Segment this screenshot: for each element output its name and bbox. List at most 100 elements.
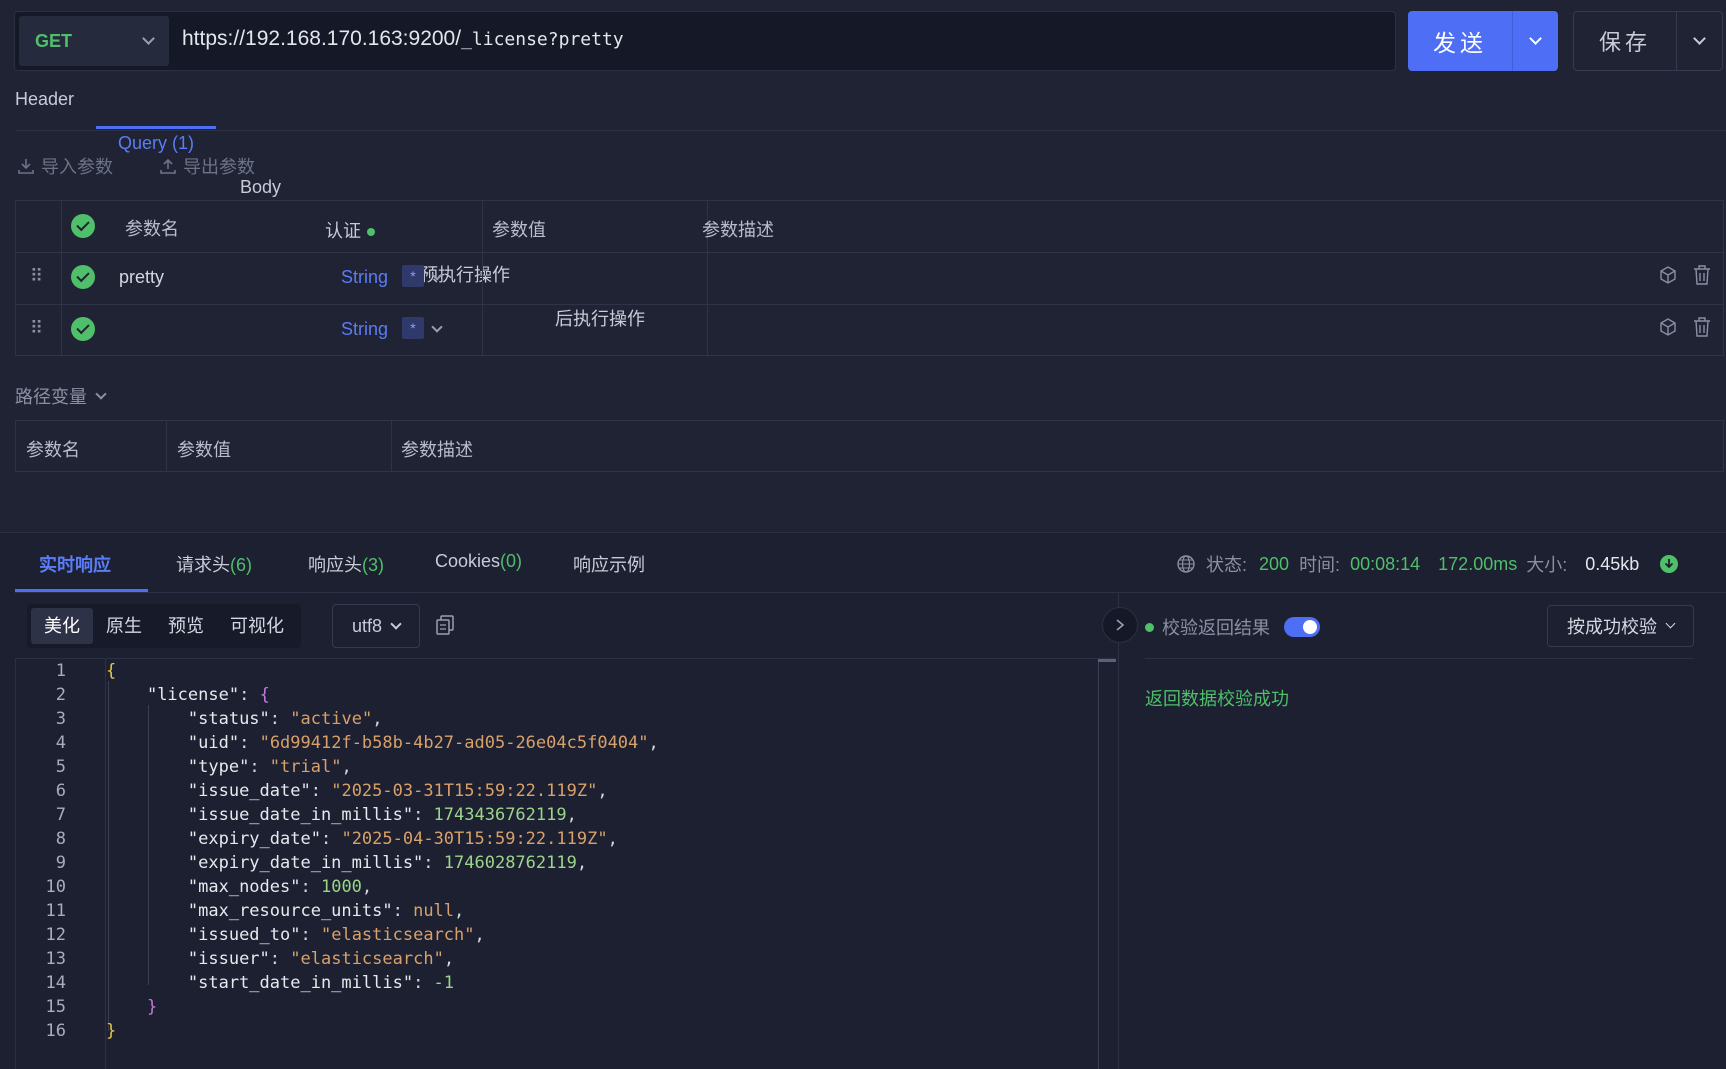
tab-header[interactable]: Header <box>15 86 1726 130</box>
tab-live-response[interactable]: 实时响应 <box>39 551 111 577</box>
view-mode-preview[interactable]: 预览 <box>155 608 217 644</box>
chevron-down-icon <box>95 387 107 400</box>
delete-icon[interactable] <box>1692 264 1712 291</box>
save-button[interactable]: 保存 <box>1573 11 1723 71</box>
header-param-value: 参数值 <box>492 220 546 240</box>
tab-count: (0) <box>500 551 523 571</box>
cube-icon[interactable] <box>1658 265 1678 290</box>
json-value: 1000 <box>320 877 362 897</box>
param-type-select[interactable]: String <box>341 319 388 340</box>
view-mode-raw[interactable]: 原生 <box>93 608 155 644</box>
code-line: "max_resource_units": null, <box>187 901 465 921</box>
line-number: 11 <box>45 901 66 921</box>
code-line: } <box>106 1021 117 1041</box>
validate-message: 返回数据校验成功 <box>1145 689 1289 709</box>
tab-response-example[interactable]: 响应示例 <box>573 551 645 577</box>
tab-label: 请求头 <box>176 555 230 575</box>
line-number: 9 <box>55 853 66 873</box>
send-button[interactable]: 发送 <box>1408 11 1558 71</box>
chevron-down-icon[interactable] <box>431 315 443 336</box>
scrollbar-thumb[interactable] <box>1098 659 1116 662</box>
param-type-select[interactable]: String <box>341 267 388 288</box>
tab-count: (6) <box>230 555 252 575</box>
header-param-desc: 参数描述 <box>702 220 774 240</box>
row-checkbox[interactable] <box>71 265 95 289</box>
send-label: 发送 <box>1433 30 1487 56</box>
delete-icon[interactable] <box>1692 316 1712 343</box>
export-params-button[interactable]: 导出参数 <box>159 153 255 179</box>
url-host: https://192.168.170.163:9200/ <box>182 27 462 50</box>
time-value: 00:08:14 <box>1350 553 1421 574</box>
tab-label: Cookies <box>435 551 501 571</box>
response-tabs-divider <box>15 592 1726 593</box>
line-number: 6 <box>55 781 66 801</box>
copy-icon[interactable] <box>435 614 455 641</box>
editor-scrollbar[interactable] <box>1098 659 1099 1069</box>
json-value: active <box>300 709 362 729</box>
import-params-button[interactable]: 导入参数 <box>17 153 113 179</box>
chevron-down-icon <box>390 617 402 630</box>
collapse-pane-button[interactable] <box>1102 607 1138 643</box>
encoding-select[interactable]: utf8 <box>332 604 420 648</box>
size-value: 0.45kb <box>1585 553 1640 574</box>
row-checkbox[interactable] <box>71 317 95 341</box>
line-number: 7 <box>55 805 66 825</box>
line-number: 1 <box>55 661 66 681</box>
view-mode-visualize[interactable]: 可视化 <box>217 608 297 644</box>
validate-mode-select[interactable]: 按成功校验 <box>1547 605 1694 647</box>
pane-divider[interactable] <box>1118 592 1119 1069</box>
size-label: 大小: <box>1526 555 1568 575</box>
method-select[interactable]: GET <box>19 16 169 66</box>
globe-icon <box>1177 555 1195 573</box>
line-number: 15 <box>45 997 66 1017</box>
view-mode-pretty[interactable]: 美化 <box>31 608 93 644</box>
download-response-icon[interactable] <box>1659 554 1679 574</box>
validate-response-row: 校验返回结果 <box>1145 614 1320 640</box>
line-number: 2 <box>55 685 66 705</box>
export-params-label: 导出参数 <box>183 157 255 177</box>
chevron-down-icon <box>1693 32 1706 45</box>
tab-response-headers[interactable]: 响应头(3) <box>308 551 384 577</box>
save-label: 保存 <box>1598 30 1651 55</box>
tabs-divider <box>15 130 1726 131</box>
url-bar: GET https://192.168.170.163:9200/_licens… <box>14 11 1396 71</box>
code-line: "issue_date_in_millis": 1743436762119, <box>187 805 577 825</box>
tab-count: (1) <box>172 133 195 153</box>
tab-label: Header <box>15 89 75 109</box>
import-params-label: 导入参数 <box>41 157 113 177</box>
code-line: "status": "active", <box>187 709 383 729</box>
active-tab-indicator <box>96 126 216 129</box>
path-vars-toggle[interactable]: 路径变量 <box>15 383 107 409</box>
chevron-down-icon[interactable] <box>431 263 443 284</box>
param-name-input[interactable]: pretty <box>119 267 164 288</box>
tab-label: Query <box>118 133 168 153</box>
code-line: { <box>106 661 117 681</box>
validate-divider <box>1145 658 1694 659</box>
select-all-checkbox[interactable] <box>71 214 95 238</box>
tab-query[interactable]: Query (1) <box>118 130 1726 174</box>
required-toggle[interactable]: * <box>402 317 424 339</box>
required-toggle[interactable]: * <box>402 265 424 287</box>
line-number: 12 <box>45 925 66 945</box>
validate-mode-label: 按成功校验 <box>1567 617 1657 637</box>
json-value: -1 <box>433 973 455 993</box>
cube-icon[interactable] <box>1658 317 1678 342</box>
send-dropdown[interactable] <box>1512 11 1558 71</box>
tab-label: 实时响应 <box>39 555 111 575</box>
tab-cookies[interactable]: Cookies(0) <box>435 551 522 572</box>
tab-label: 响应头 <box>308 555 362 575</box>
line-number: 16 <box>45 1021 66 1041</box>
drag-handle-icon[interactable]: ⠿ <box>30 318 43 339</box>
url-input[interactable]: https://192.168.170.163:9200/_license?pr… <box>182 27 624 51</box>
row-divider <box>16 252 1723 253</box>
query-params-table: 参数名 参数值 参数描述 ⠿ pretty String * ⠿ String … <box>15 200 1724 356</box>
save-dropdown[interactable] <box>1676 12 1722 70</box>
json-value: 2025-04-30T15:59:22.119Z <box>351 829 598 849</box>
drag-handle-icon[interactable]: ⠿ <box>30 266 43 287</box>
code-line: "expiry_date": "2025-04-30T15:59:22.119Z… <box>187 829 618 849</box>
validate-toggle[interactable] <box>1284 617 1320 637</box>
time-label: 时间: <box>1299 555 1341 575</box>
chevron-down-icon <box>142 32 155 45</box>
tab-request-headers[interactable]: 请求头(6) <box>176 551 252 577</box>
path-vars-title: 路径变量 <box>15 387 87 407</box>
